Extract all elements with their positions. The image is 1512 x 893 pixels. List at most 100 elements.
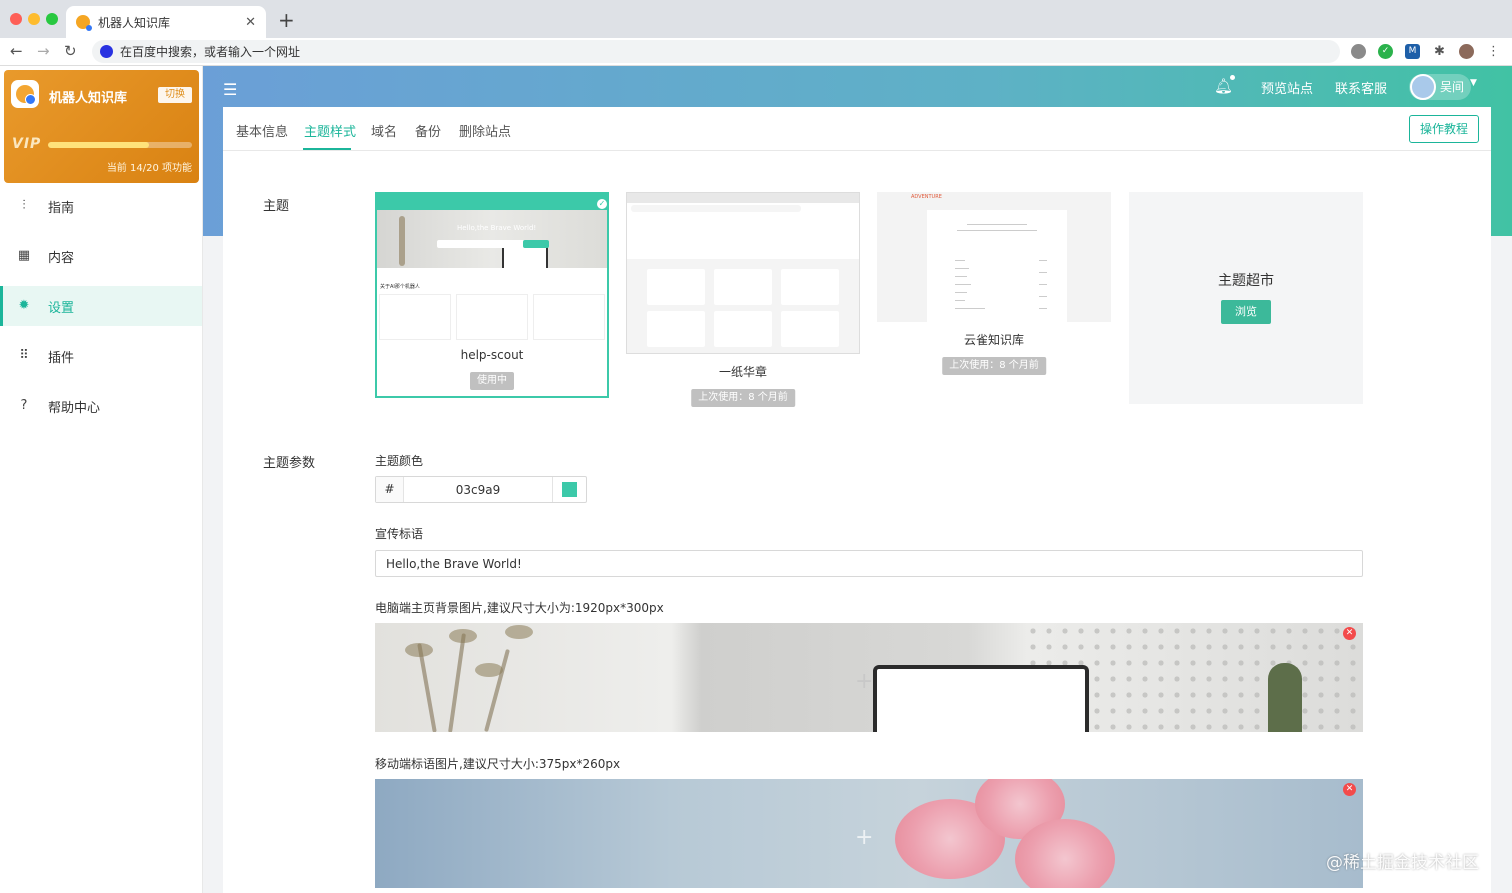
theme-badge: 上次使用：8 个月前 [942, 357, 1046, 375]
help-icon: ? [20, 398, 28, 413]
theme-badge: 上次使用：8 个月前 [691, 389, 795, 407]
delete-image-icon[interactable]: ✕ [1343, 783, 1356, 796]
back-icon[interactable]: ← [10, 42, 23, 60]
sidebar-item-label: 设置 [48, 300, 75, 316]
theme-card-help-scout[interactable]: Hello,the Brave World! 关于AI那个机器人 ✓ help-… [375, 192, 609, 398]
vip-label: VIP [12, 136, 42, 152]
vip-card: 机器人知识库 切换 VIP 当前 14/20 项功能 [4, 70, 199, 183]
slogan-label: 宣传标语 [375, 527, 424, 541]
tab-basic-info[interactable]: 基本信息 [236, 121, 288, 140]
theme-section-label: 主题 [263, 199, 290, 214]
extension-icon[interactable] [1351, 44, 1366, 59]
hash-prefix: # [376, 477, 404, 502]
tab-title: 机器人知识库 [98, 15, 171, 30]
theme-badge: 使用中 [470, 372, 514, 390]
theme-preview [626, 192, 860, 354]
slogan-input[interactable] [375, 550, 1363, 577]
apps-icon: ⠿ [19, 348, 29, 363]
bell-icon[interactable]: 🔔︎ [1214, 77, 1233, 95]
add-image-icon[interactable]: + [855, 825, 873, 850]
tab-domain[interactable]: 域名 [371, 121, 397, 140]
theme-color-label: 主题颜色 [375, 454, 424, 468]
close-icon[interactable]: ✕ [245, 15, 256, 30]
tab-backup[interactable]: 备份 [415, 121, 441, 140]
maximize-window-button[interactable] [46, 13, 58, 25]
sidebar-item-plugins[interactable]: ⠿ 插件 [0, 336, 202, 376]
mobile-banner-label: 移动端标语图片,建议尺寸大小:375px*260px [375, 757, 621, 771]
preview-brand: ADVENTURE [911, 194, 942, 200]
watermark: @稀土掘金技术社区 [1326, 853, 1479, 873]
browse-button[interactable]: 浏览 [1221, 300, 1271, 324]
theme-preview: Hello,the Brave World! 关于AI那个机器人 [377, 194, 607, 342]
forward-icon[interactable]: → [37, 42, 50, 60]
baidu-icon [100, 45, 113, 58]
check-icon: ✓ [597, 199, 607, 209]
sidebar-item-content[interactable]: ▦ 内容 [0, 236, 202, 276]
theme-market-card: 主题超市 浏览 [1129, 192, 1363, 404]
theme-params-label: 主题参数 [263, 456, 316, 471]
theme-name: help-scout [460, 348, 524, 362]
theme-color-field: # [375, 476, 587, 503]
sidebar-item-help[interactable]: ? 帮助中心 [0, 386, 202, 426]
theme-market-title: 主题超市 [1218, 273, 1274, 289]
theme-name: 云雀知识库 [963, 333, 1024, 347]
settings-panel: 基本信息 主题样式 域名 备份 删除站点 操作教程 主题 Hello,the B… [223, 107, 1491, 893]
switch-button[interactable]: 切换 [158, 87, 192, 103]
minimize-window-button[interactable] [28, 13, 40, 25]
pc-background-upload[interactable]: + ✕ [375, 623, 1363, 732]
add-image-icon[interactable]: + [855, 669, 873, 694]
color-swatch[interactable] [562, 482, 577, 497]
tab-delete-site[interactable]: 删除站点 [459, 121, 511, 140]
omnibox[interactable]: 在百度中搜索，或者输入一个网址 [92, 40, 1340, 63]
preview-headline: Hello,the Brave World! [457, 224, 537, 232]
reload-icon[interactable]: ↻ [64, 42, 77, 60]
gear-icon: ✹ [18, 298, 30, 313]
notification-dot [1230, 75, 1235, 80]
theme-name: 一纸华章 [718, 365, 767, 379]
theme-color-input[interactable] [404, 477, 552, 502]
extension-icon[interactable]: M [1405, 44, 1420, 59]
preview-section-title: 关于AI那个机器人 [380, 284, 420, 290]
vip-status: 当前 14/20 项功能 [106, 163, 192, 174]
sliders-icon: ⫶ [22, 198, 26, 213]
chevron-down-icon[interactable]: ▼ [1470, 78, 1477, 88]
favicon-icon [76, 15, 92, 31]
color-picker[interactable] [552, 477, 586, 502]
puzzle-icon[interactable]: ✱ [1432, 44, 1447, 59]
mobile-banner-upload[interactable]: + ✕ [375, 779, 1363, 888]
theme-preview: ADVENTURE [877, 192, 1111, 322]
delete-image-icon[interactable]: ✕ [1343, 627, 1356, 640]
sidebar-menu: ⫶ 指南 ▦ 内容 ✹ 设置 ⠿ 插件 ? 帮助中心 [0, 186, 202, 436]
close-window-button[interactable] [10, 13, 22, 25]
preview-site-link[interactable]: 预览站点 [1261, 78, 1313, 97]
omnibox-placeholder: 在百度中搜索，或者输入一个网址 [120, 45, 301, 59]
sidebar-item-label: 插件 [48, 350, 75, 366]
sidebar-item-label: 帮助中心 [48, 400, 101, 416]
user-name[interactable]: 吴间 [1440, 78, 1464, 95]
tab-theme-style[interactable]: 主题样式 [304, 121, 356, 140]
tutorial-button[interactable]: 操作教程 [1409, 115, 1479, 143]
vip-progress-fill [48, 142, 149, 148]
profile-avatar[interactable] [1459, 44, 1474, 59]
sidebar: 机器人知识库 切换 VIP 当前 14/20 项功能 ⫶ 指南 ▦ 内容 ✹ 设… [0, 66, 203, 893]
contact-support-link[interactable]: 联系客服 [1335, 78, 1387, 97]
active-tab-indicator [303, 148, 351, 150]
extension-icon[interactable]: ✓ [1378, 44, 1393, 59]
pc-background-label: 电脑端主页背景图片,建议尺寸大小为:1920px*300px [375, 601, 664, 615]
logo-icon [11, 80, 39, 108]
settings-tabs: 基本信息 主题样式 域名 备份 删除站点 操作教程 [223, 107, 1491, 151]
sidebar-item-label: 指南 [48, 200, 75, 216]
sidebar-item-guide[interactable]: ⫶ 指南 [0, 186, 202, 226]
brand-name: 机器人知识库 [49, 91, 128, 106]
sidebar-item-settings[interactable]: ✹ 设置 [0, 286, 202, 326]
more-icon[interactable]: ⋮ [1486, 44, 1501, 59]
address-bar: ← → ↻ 在百度中搜索，或者输入一个网址 ✓ M ✱ ⋮ [0, 38, 1512, 66]
grid-icon: ▦ [17, 248, 31, 263]
browser-tab[interactable]: 机器人知识库 ✕ [66, 6, 266, 38]
menu-toggle-icon[interactable]: ☰ [223, 80, 237, 99]
new-tab-icon[interactable]: + [278, 8, 295, 32]
vip-progress [48, 142, 192, 148]
avatar[interactable] [1410, 74, 1436, 100]
browser-tab-bar: 机器人知识库 ✕ + [0, 0, 1512, 38]
sidebar-item-label: 内容 [48, 250, 75, 266]
